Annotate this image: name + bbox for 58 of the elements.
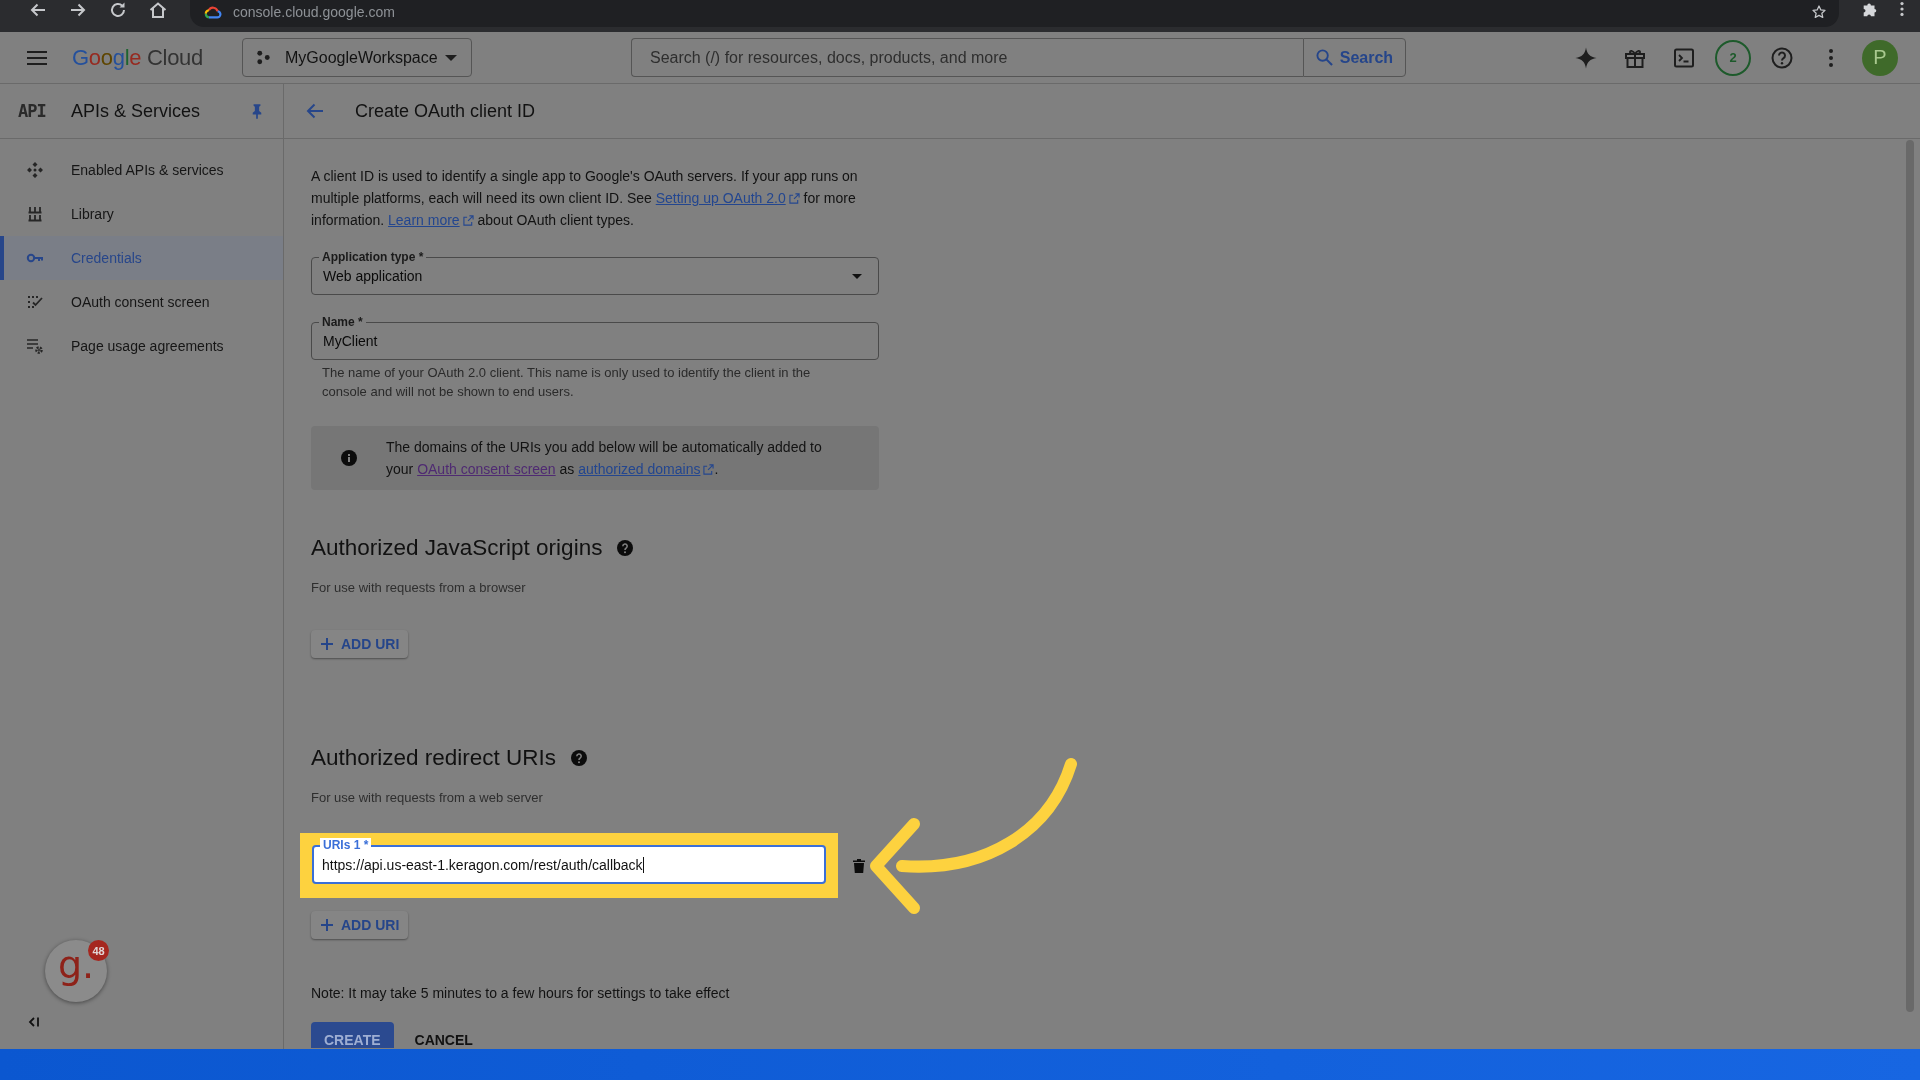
link[interactable]: Setting up OAuth 2.0 bbox=[655, 190, 800, 206]
product-logo[interactable]: Google Cloud bbox=[72, 44, 203, 71]
field-label: Name * bbox=[319, 315, 366, 329]
note-text: Note: It may take 5 minutes to a few hours for settings to take effect bbox=[311, 984, 730, 1003]
field-label: URIs 1 * bbox=[320, 838, 372, 852]
caret-icon bbox=[852, 273, 862, 279]
sidebar-item[interactable]: Library bbox=[0, 192, 283, 236]
section-subtitle: For use with requests from a browser bbox=[311, 579, 526, 597]
add-uri-button[interactable]: ADD URI bbox=[311, 911, 409, 939]
task-counter[interactable]: 2 bbox=[1715, 39, 1751, 76]
avatar[interactable]: P bbox=[1862, 39, 1898, 76]
field-label: Application type * bbox=[319, 250, 427, 264]
sidebar-item[interactable]: Enabled APIs & services bbox=[0, 148, 283, 192]
search-icon bbox=[1315, 49, 1333, 66]
help-icon[interactable] bbox=[1770, 45, 1794, 70]
section-heading: Authorized redirect URIs bbox=[311, 744, 557, 772]
cancel-button[interactable]: CANCEL bbox=[401, 1022, 486, 1048]
url-text: console.cloud.google.com bbox=[233, 3, 395, 20]
list-gear-icon bbox=[26, 337, 44, 355]
star-icon[interactable] bbox=[1811, 3, 1827, 20]
api-logo: API bbox=[18, 101, 47, 121]
link[interactable]: authorized domains bbox=[578, 461, 715, 477]
caret-icon bbox=[444, 54, 457, 61]
section-subtitle: For use with requests from a web server bbox=[311, 789, 543, 807]
page-title: Create OAuth client ID bbox=[355, 100, 536, 122]
intro-text: A client ID is used to identify a single app to Google's OAuth servers. If your app runs on multiple platforms, each will need its own client ID. See Setting up OAuth 2.0 for more information. Learn more about OAuth client types. bbox=[311, 167, 859, 230]
trash-icon[interactable] bbox=[853, 858, 865, 873]
menu-icon[interactable] bbox=[27, 50, 47, 65]
collapse-icon[interactable] bbox=[28, 1016, 40, 1028]
create-button[interactable]: CREATE bbox=[311, 1022, 394, 1048]
project-picker[interactable]: MyGoogleWorkspace bbox=[241, 38, 472, 77]
sidebar-item[interactable]: Credentials bbox=[0, 236, 283, 280]
helper-text: The name of your OAuth 2.0 client. This name is only used to identify the client in the console and will not be shown to end users. bbox=[322, 364, 812, 401]
nodes-icon bbox=[255, 50, 271, 65]
sidebar-item[interactable]: OAuth consent screen bbox=[0, 280, 283, 324]
more-icon[interactable] bbox=[1899, 0, 1905, 18]
plus-icon bbox=[321, 638, 333, 650]
plus-icon bbox=[321, 919, 333, 931]
section-title: APIs & Services bbox=[71, 100, 201, 122]
help-icon[interactable] bbox=[617, 540, 634, 556]
search-field[interactable]: Search (/) for resources, docs, products, and more bbox=[630, 38, 1303, 77]
cloud-icon bbox=[204, 4, 222, 19]
address-bar[interactable]: console.cloud.google.com bbox=[190, 0, 1839, 27]
sidebar-item[interactable]: Page usage agreements bbox=[0, 324, 283, 368]
reload-icon[interactable] bbox=[108, 0, 128, 20]
add-uri-button[interactable]: ADD URI bbox=[311, 630, 409, 658]
library-icon bbox=[26, 205, 44, 223]
section-heading: Authorized JavaScript origins bbox=[311, 534, 603, 562]
help-icon[interactable] bbox=[571, 750, 588, 766]
move-arrows-icon bbox=[26, 161, 44, 179]
notification-badge: 48 bbox=[88, 940, 109, 961]
link[interactable]: OAuth consent screen bbox=[417, 461, 556, 477]
home-icon[interactable] bbox=[148, 0, 168, 20]
info-icon bbox=[341, 450, 357, 466]
link[interactable]: Learn more bbox=[388, 212, 474, 228]
checklist-icon bbox=[26, 293, 44, 311]
notice-text: The domains of the URIs you add below will be automatically added to your OAuth consent screen as authorized domains . bbox=[386, 438, 823, 479]
search-button[interactable]: Search bbox=[1302, 38, 1406, 77]
